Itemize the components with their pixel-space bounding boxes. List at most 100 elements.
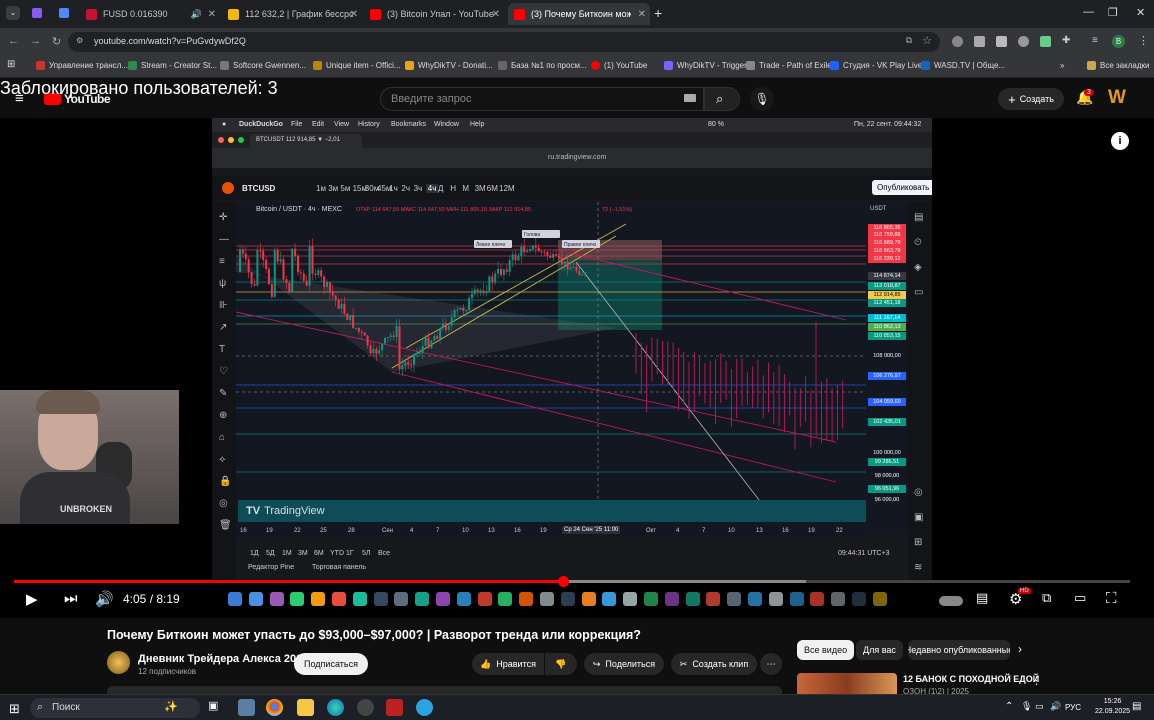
mic-icon[interactable]: 🎙 xyxy=(1021,701,1032,712)
extension-icon[interactable] xyxy=(974,36,985,47)
tray-volume-icon[interactable]: 🔊 xyxy=(1050,701,1061,712)
interval-button[interactable]: 1м xyxy=(316,184,326,193)
range-button[interactable]: 6М xyxy=(314,550,324,557)
close-icon[interactable]: ✕ xyxy=(638,9,646,20)
bookmark-item[interactable]: WhyDikTV - Donati... xyxy=(405,61,493,70)
side-panel-icon[interactable]: ◎ xyxy=(914,487,923,498)
reload-icon[interactable]: ↻ xyxy=(52,35,61,48)
description-box[interactable] xyxy=(107,686,782,694)
drawing-tool-icon[interactable]: 🗑 xyxy=(219,520,232,531)
install-icon[interactable]: ⧉ xyxy=(906,35,912,46)
drawing-tool-icon[interactable]: ψ xyxy=(219,278,226,289)
chips-next-icon[interactable]: › xyxy=(1018,642,1022,656)
subtitles-icon[interactable]: ▤ xyxy=(976,590,988,606)
channel-name[interactable]: Дневник Трейдера Алекса 2017 xyxy=(138,653,308,665)
drawing-tool-icon[interactable]: T xyxy=(219,344,225,355)
windows-start-icon[interactable]: ⊞ xyxy=(9,701,20,717)
info-icon[interactable]: i xyxy=(1111,132,1129,150)
obs-icon[interactable] xyxy=(357,699,374,716)
taskbar-clock[interactable]: 15:26 22.09.2025 xyxy=(1095,697,1130,717)
calculator-icon[interactable] xyxy=(238,699,255,716)
interval-button[interactable]: 3М xyxy=(475,184,486,193)
drawing-tool-icon[interactable]: ≡ xyxy=(219,256,225,267)
bookmark-item[interactable]: Управление трансл... xyxy=(36,61,128,70)
fullscreen-icon[interactable]: ⛶ xyxy=(1106,590,1117,607)
forward-icon[interactable]: → xyxy=(30,35,41,47)
task-view-icon[interactable]: ▣ xyxy=(208,699,225,716)
window-close-icon[interactable]: ✕ xyxy=(1136,6,1145,19)
extension-icon[interactable] xyxy=(996,36,1007,47)
all-bookmarks[interactable]: Все закладки xyxy=(1087,61,1149,70)
chip-all[interactable]: Все видео xyxy=(797,640,855,660)
recommended-menu-icon[interactable]: ⋮ xyxy=(1031,674,1042,687)
side-panel-icon[interactable]: ◈ xyxy=(914,262,922,273)
speaker-icon[interactable]: 🔊 xyxy=(191,9,202,20)
interval-button[interactable]: Н xyxy=(450,184,456,193)
bookmark-item[interactable]: Softcore Gwennen... xyxy=(220,61,306,70)
extension-icon[interactable] xyxy=(1040,36,1051,47)
like-button[interactable]: 👍 Нравится xyxy=(472,653,544,675)
bookmark-item[interactable]: WhyDikTV - Triggerf... xyxy=(664,61,756,70)
drawing-tool-icon[interactable]: ✛ xyxy=(219,212,227,223)
bookmark-item[interactable]: Студия - VK Play Live xyxy=(830,61,922,70)
file-explorer-icon[interactable] xyxy=(297,699,314,716)
interval-button[interactable]: Д xyxy=(438,184,443,193)
bottom-tab[interactable]: Торговая панель xyxy=(312,564,366,571)
interval-button[interactable]: 6М xyxy=(487,184,498,193)
miniplayer-icon[interactable]: ⧉ xyxy=(1042,590,1051,606)
side-panel-icon[interactable]: ▭ xyxy=(914,287,923,298)
create-button[interactable]: + Создать xyxy=(998,88,1064,110)
dislike-button[interactable]: 👎 xyxy=(545,653,577,675)
bookmark-item[interactable]: Stream - Creator St... xyxy=(128,61,217,70)
taskbar-search[interactable]: ⌕ Поиск ✨ xyxy=(30,698,200,718)
progress-bar[interactable] xyxy=(14,576,1130,587)
interval-button[interactable]: 12М xyxy=(499,184,515,193)
extensions-puzzle-icon[interactable]: ✚ xyxy=(1062,35,1070,46)
side-panel-icon[interactable]: ⏲ xyxy=(914,237,922,248)
tray-chevron-icon[interactable]: ⌃ xyxy=(1005,701,1013,712)
chip-recent[interactable]: Недавно опубликованные xyxy=(908,640,1010,660)
browser-menu-icon[interactable]: ⋮ xyxy=(1138,34,1149,47)
drawing-tool-icon[interactable]: ◎ xyxy=(219,498,228,509)
range-button[interactable]: Все xyxy=(378,550,390,557)
range-button[interactable]: YTD xyxy=(330,550,344,557)
drawing-tool-icon[interactable]: ♡ xyxy=(219,366,228,377)
close-icon[interactable]: ✕ xyxy=(208,9,216,20)
video-player[interactable]: i ● DuckDuckGo File Edit View History Bo… xyxy=(0,118,1154,618)
browser-tab[interactable]: FUSD 0.016390 🔊 ✕ xyxy=(80,3,220,25)
tab-search-icon[interactable]: ⌄ xyxy=(6,6,20,20)
media-icon[interactable]: ≡ xyxy=(1092,35,1098,46)
interval-button[interactable]: 3м xyxy=(328,184,338,193)
browser-tab[interactable]: (3) Bitcoin Упал - YouTube ✕ xyxy=(364,3,504,25)
interval-button[interactable]: 5м xyxy=(340,184,350,193)
subscribe-button[interactable]: Подписаться xyxy=(294,653,368,675)
telegram-icon[interactable] xyxy=(416,699,433,716)
notifications-icon[interactable]: ▤ xyxy=(1132,701,1141,712)
close-icon[interactable]: ✕ xyxy=(492,9,500,20)
voice-search-icon[interactable]: 🎙 xyxy=(750,87,774,111)
network-icon[interactable]: ▭ xyxy=(1035,701,1044,712)
bookmark-item[interactable]: База №1 по просм... xyxy=(498,61,587,70)
bookmark-item[interactable]: WASD.TV | Обще... xyxy=(921,61,1005,70)
maximize-icon[interactable]: ❐ xyxy=(1108,6,1118,19)
share-button[interactable]: ↪ Поделиться xyxy=(584,653,664,675)
recommended-title[interactable]: 12 БАНОК С ПОХОДНОЙ ЕДОЙ xyxy=(903,674,1039,684)
clip-button[interactable]: ✂ Создать клип xyxy=(671,653,757,675)
bookmark-item[interactable]: Unique item - Offici... xyxy=(313,61,401,70)
back-icon[interactable]: ← xyxy=(8,35,19,47)
bookmark-item[interactable]: Trade - Path of Exile xyxy=(746,61,832,70)
bottom-tab[interactable]: Редактор Pine xyxy=(248,564,294,571)
app-icon[interactable] xyxy=(386,699,403,716)
range-button[interactable]: 1Д xyxy=(250,550,259,557)
minimize-icon[interactable]: — xyxy=(1083,6,1094,18)
side-panel-icon[interactable]: ≋ xyxy=(914,562,922,573)
tab-group-icon[interactable] xyxy=(32,8,42,18)
search-button[interactable]: ⌕ xyxy=(704,87,740,111)
theater-mode-icon[interactable]: ▭ xyxy=(1074,590,1086,606)
drawing-tool-icon[interactable]: 🔒 xyxy=(219,476,231,487)
publish-button[interactable]: Опубликовать xyxy=(872,180,932,195)
range-button[interactable]: 3М xyxy=(298,550,308,557)
drawing-tool-icon[interactable]: ⊕ xyxy=(219,410,227,421)
drawing-tool-icon[interactable]: — xyxy=(219,234,229,245)
apps-grid-icon[interactable]: ⊞ xyxy=(7,59,15,70)
